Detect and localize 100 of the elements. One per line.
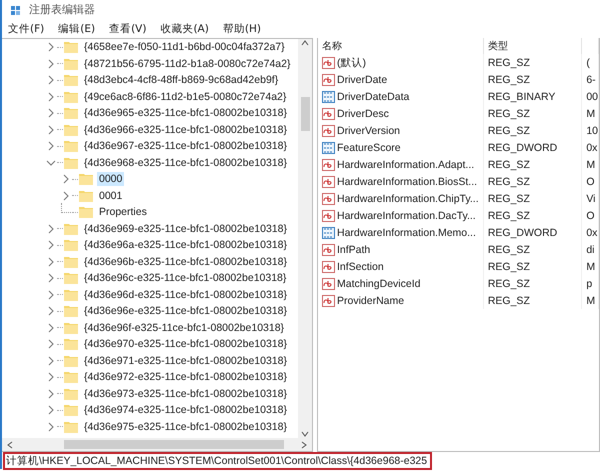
value-name[interactable]: HardwareInformation.Adapt...: [337, 158, 474, 170]
value-name[interactable]: DriverDate: [337, 74, 388, 86]
tree-item[interactable]: {48721b56-6795-11d2-b1a8-0080c72e74a2}: [82, 56, 292, 71]
tree-item[interactable]: Properties: [97, 205, 149, 220]
expand-icon[interactable]: [46, 256, 56, 267]
status-path: 计算机\HKEY_LOCAL_MACHINE\SYSTEM\ControlSet001\Control\Class\{4d36e968-e325: [4, 452, 432, 468]
value-name[interactable]: ProviderName: [337, 294, 404, 306]
value-name[interactable]: DriverDateData: [337, 90, 410, 102]
scroll-up-icon[interactable]: [301, 39, 309, 47]
collapse-icon[interactable]: [46, 158, 56, 168]
scroll-left-icon[interactable]: [6, 440, 14, 448]
value-data: 10: [586, 124, 598, 136]
expand-icon[interactable]: [46, 356, 56, 366]
menu-item[interactable]: 编辑(E): [58, 22, 96, 36]
expand-icon[interactable]: [61, 190, 71, 201]
value-data: 00: [586, 90, 598, 102]
tree-item[interactable]: {4d36e972-e325-11ce-bfc1-08002be10318}: [82, 370, 289, 384]
vertical-scrollbar[interactable]: [298, 39, 312, 438]
menu-item[interactable]: 查看(V): [109, 22, 146, 36]
tree-item[interactable]: {4d36e965-e325-11ce-bfc1-08002be10318}: [82, 106, 289, 120]
value-name[interactable]: HardwareInformation.Memo...: [337, 226, 476, 238]
tree-item[interactable]: {4d36e96d-e325-11ce-bfc1-08002be10318}: [82, 288, 289, 302]
tree-item[interactable]: {4d36e967-e325-11ce-bfc1-08002be10318}: [82, 139, 289, 154]
tree-item[interactable]: {4d36e96f-e325-11ce-bfc1-08002be10318}: [82, 320, 286, 335]
menu-item[interactable]: 文件(F): [8, 22, 44, 36]
expand-icon[interactable]: [46, 322, 56, 333]
value-name[interactable]: (默认): [337, 56, 366, 70]
tree-item[interactable]: {4d36e96c-e325-11ce-bfc1-08002be10318}: [82, 271, 288, 286]
expand-icon[interactable]: [46, 372, 56, 382]
expand-icon[interactable]: [46, 224, 56, 234]
tree-item[interactable]: 0000: [97, 172, 124, 186]
menu-item[interactable]: 收藏夹(A): [160, 22, 209, 36]
scroll-right-icon[interactable]: [300, 440, 308, 448]
expand-icon[interactable]: [46, 306, 56, 316]
expand-icon[interactable]: [46, 273, 56, 284]
tree-item[interactable]: {4d36e969-e325-11ce-bfc1-08002be10318}: [82, 222, 289, 236]
value-type: REG_SZ: [488, 158, 530, 170]
tree-item[interactable]: {4658ee7e-f050-11d1-b6bd-00c04fa372a7}: [82, 40, 287, 54]
value-type: REG_SZ: [488, 278, 530, 290]
horizontal-scrollbar[interactable]: [2, 438, 312, 451]
folder-icon: [64, 288, 78, 301]
expand-icon[interactable]: [46, 141, 56, 152]
tree-item[interactable]: 0001: [97, 188, 124, 203]
value-data: M: [586, 108, 596, 120]
folder-icon: [79, 206, 93, 218]
tree-item[interactable]: {4d36e96e-e325-11ce-bfc1-08002be10318}: [82, 304, 289, 318]
column-header[interactable]: 类型: [483, 38, 582, 54]
tree-item[interactable]: {4d36e970-e325-11ce-bfc1-08002be10318}: [82, 337, 289, 352]
expand-icon[interactable]: [46, 405, 56, 416]
expand-icon[interactable]: [46, 339, 56, 350]
folder-icon: [79, 173, 93, 186]
tree-item[interactable]: {4d36e975-e325-11ce-bfc1-08002be10318}: [82, 420, 289, 434]
expand-icon[interactable]: [46, 422, 56, 432]
expand-icon[interactable]: [46, 290, 56, 300]
tree-item[interactable]: {4d36e971-e325-11ce-bfc1-08002be10318}: [82, 354, 289, 368]
value-type: REG_SZ: [488, 260, 530, 272]
tree-item[interactable]: {49ce6ac8-6f86-11d2-b1e5-0080c72e74a2}: [82, 90, 288, 104]
tree-item[interactable]: {4d36e968-e325-11ce-bfc1-08002be10318}: [82, 156, 289, 170]
tree-item[interactable]: {4d36e974-e325-11ce-bfc1-08002be10318}: [82, 403, 289, 418]
value-name[interactable]: InfPath: [337, 244, 370, 256]
column-header[interactable]: 名称: [318, 38, 484, 54]
value-name[interactable]: HardwareInformation.BiosSt...: [337, 176, 478, 188]
value-name[interactable]: DriverVersion: [337, 124, 400, 136]
value-type: REG_DWORD: [488, 142, 558, 154]
value-name[interactable]: FeatureScore: [337, 142, 401, 154]
value-name[interactable]: MatchingDeviceId: [337, 278, 420, 290]
expand-icon[interactable]: [46, 240, 56, 250]
value-type: REG_SZ: [488, 74, 530, 86]
expand-icon[interactable]: [61, 174, 71, 184]
tree-item[interactable]: {48d3ebc4-4cf8-48ff-b869-9c68ad42eb9f}: [82, 73, 280, 88]
value-name[interactable]: InfSection: [337, 260, 384, 272]
folder-icon: [64, 140, 78, 152]
window-title: 注册表编辑器: [29, 2, 95, 17]
scroll-thumb[interactable]: [300, 97, 310, 131]
folder-icon: [64, 420, 78, 433]
folder-icon: [64, 354, 78, 367]
folder-icon: [64, 322, 78, 334]
scroll-down-icon[interactable]: [301, 430, 309, 438]
folder-icon: [64, 156, 78, 169]
tree-item[interactable]: {4d36e96a-e325-11ce-bfc1-08002be10318}: [82, 238, 289, 252]
value-name[interactable]: HardwareInformation.DacTy...: [337, 210, 476, 222]
value-type: REG_SZ: [488, 294, 530, 306]
value-name[interactable]: DriverDesc: [337, 108, 389, 120]
expand-icon[interactable]: [46, 58, 56, 69]
tree-item[interactable]: {4d36e96b-e325-11ce-bfc1-08002be10318}: [82, 254, 289, 269]
expand-icon[interactable]: [46, 75, 56, 86]
tree-item[interactable]: {4d36e973-e325-11ce-bfc1-08002be10318}: [82, 386, 289, 401]
tree-item[interactable]: {4d36e966-e325-11ce-bfc1-08002be10318}: [82, 122, 289, 137]
scroll-thumb[interactable]: [64, 440, 284, 449]
folder-icon: [79, 190, 93, 202]
expand-icon[interactable]: [46, 124, 56, 135]
expand-icon[interactable]: [46, 388, 56, 399]
value-type: REG_BINARY: [488, 90, 556, 102]
expand-icon[interactable]: [46, 108, 56, 118]
value-type: REG_SZ: [488, 210, 530, 222]
value-name[interactable]: HardwareInformation.ChipTy...: [337, 192, 479, 204]
expand-icon[interactable]: [46, 42, 56, 52]
menu-item[interactable]: 帮助(H): [222, 22, 261, 36]
folder-icon: [64, 222, 78, 235]
expand-icon[interactable]: [46, 92, 56, 102]
